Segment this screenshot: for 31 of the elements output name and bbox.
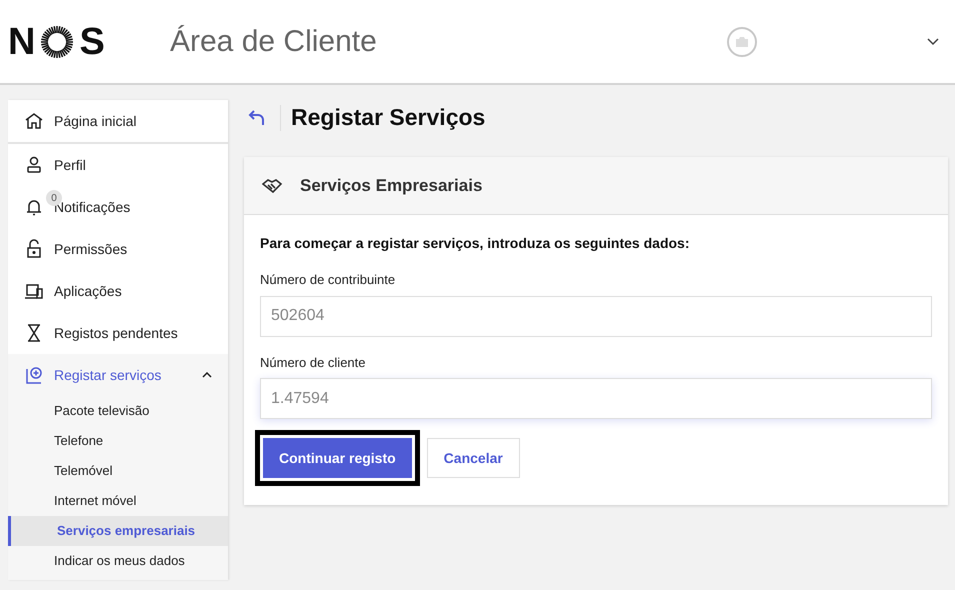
sidebar-item[interactable]: Aplicações: [8, 270, 228, 312]
submenu-item[interactable]: Indicar os meus dados: [8, 546, 228, 576]
handshake-icon: [262, 178, 284, 194]
submenu-item[interactable]: Internet móvel: [8, 486, 228, 516]
submenu-item[interactable]: Serviços empresariais: [8, 516, 228, 546]
input-field[interactable]: 1.47594: [260, 378, 932, 419]
sidebar-item[interactable]: Perfil: [8, 144, 228, 186]
logo-letter: N: [8, 22, 36, 60]
chevron-down-icon: [927, 38, 939, 46]
submenu-item[interactable]: Telemóvel: [8, 456, 228, 486]
submenu-item[interactable]: Pacote televisão: [8, 396, 228, 426]
sidebar-item[interactable]: Registar serviços: [8, 354, 228, 396]
input-field[interactable]: 502604: [260, 296, 932, 336]
sidebar-item[interactable]: Registos pendentes: [8, 312, 228, 354]
camera-icon: [736, 36, 748, 46]
page-title: Registar Serviços: [291, 103, 486, 132]
field-label: Número de contribuinte: [260, 271, 396, 289]
card-title: Serviços Empresariais: [300, 174, 482, 197]
sidebar-item[interactable]: Página inicial: [8, 100, 228, 144]
sidebar-item[interactable]: Permissões: [8, 228, 228, 270]
account-menu-button[interactable]: [927, 38, 939, 46]
field-label: Número de cliente: [260, 354, 366, 372]
chevron-up-icon[interactable]: [202, 372, 212, 378]
cancel-button[interactable]: Cancelar: [426, 438, 520, 478]
home-icon: [24, 111, 44, 131]
add-service-icon: [24, 365, 44, 385]
submenu-item[interactable]: Telefone: [8, 426, 228, 456]
app-title: Área de Cliente: [170, 24, 377, 60]
undo-arrow-icon: [248, 108, 266, 126]
intro-text: Para começar a registar serviços, introduza os seguintes dados:: [260, 234, 690, 253]
logo-letter: S: [79, 22, 105, 60]
